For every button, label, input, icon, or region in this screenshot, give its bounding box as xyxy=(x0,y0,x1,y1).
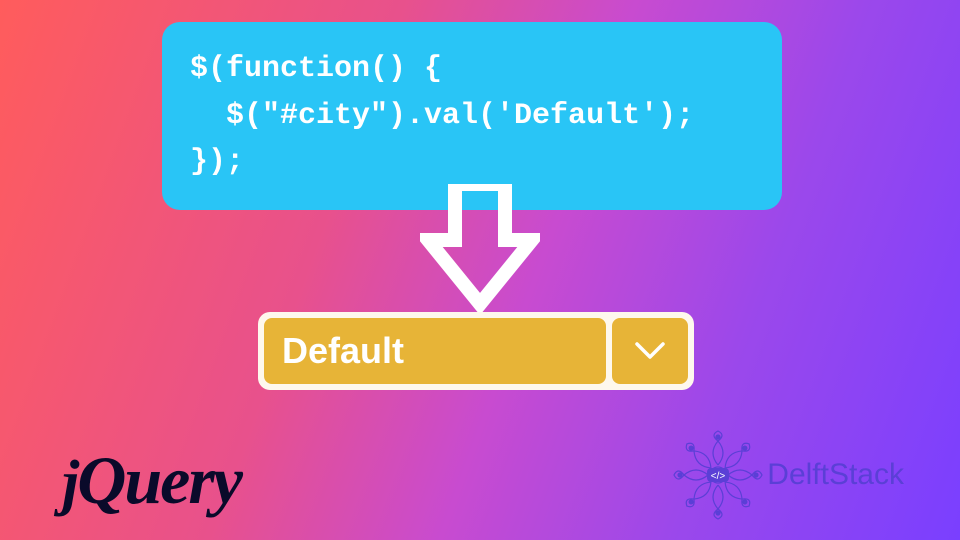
delftstack-logo: </> DelftStack xyxy=(673,430,904,520)
delftstack-text: DelftStack xyxy=(767,458,904,492)
dropdown-selected-value: Default xyxy=(264,318,606,384)
down-arrow-icon xyxy=(420,184,540,312)
jquery-j: j xyxy=(62,449,77,517)
code-block: $(function() { $("#city").val('Default')… xyxy=(162,22,782,210)
dropdown-chevron-button[interactable] xyxy=(612,318,688,384)
dropdown-select[interactable]: Default xyxy=(258,312,694,390)
dropdown-label: Default xyxy=(282,330,404,372)
jquery-logo: jQuery xyxy=(62,441,241,520)
jquery-query: Query xyxy=(77,442,241,518)
code-line-2: $("#city").val('Default'); xyxy=(190,93,754,140)
svg-text:</>: </> xyxy=(711,471,726,482)
chevron-down-icon xyxy=(633,340,667,362)
code-line-3: }); xyxy=(190,139,754,186)
mandala-icon: </> xyxy=(673,430,763,520)
code-line-1: $(function() { xyxy=(190,46,754,93)
